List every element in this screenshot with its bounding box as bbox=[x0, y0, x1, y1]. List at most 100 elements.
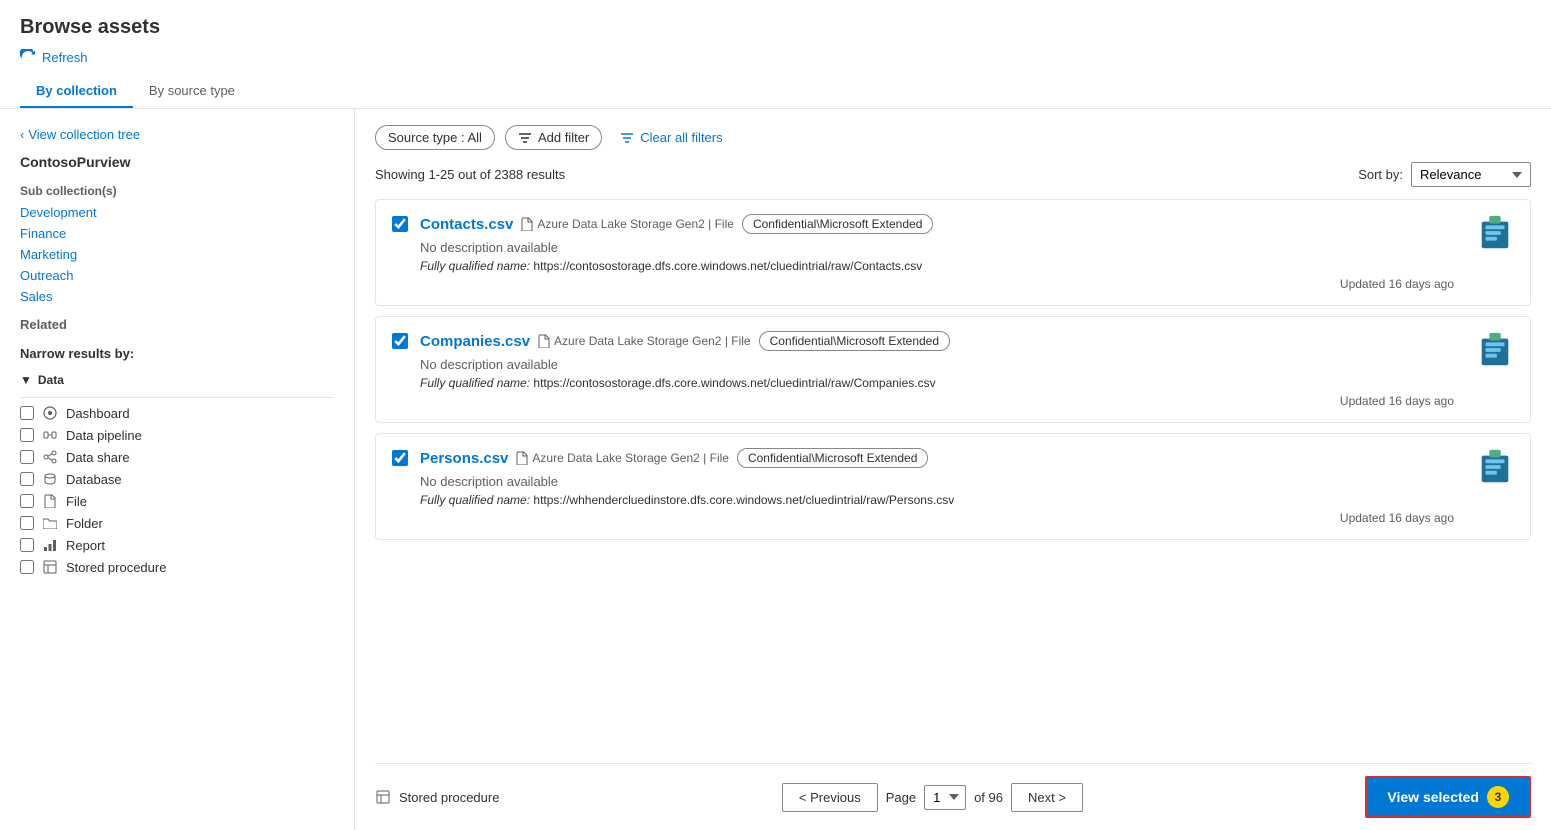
result-checkbox-contacts[interactable] bbox=[392, 216, 408, 232]
pagination-center: < Previous Page 1 2 3 of 96 Next > bbox=[782, 783, 1083, 812]
filter-item-data-pipeline: Data pipeline bbox=[20, 424, 334, 446]
database-icon bbox=[42, 471, 58, 487]
azure-data-lake-icon-2 bbox=[1476, 331, 1514, 369]
card-badge-contacts: Confidential\Microsoft Extended bbox=[742, 214, 933, 234]
filter-checkbox-report[interactable] bbox=[20, 538, 34, 552]
filter-label-data-share: Data share bbox=[66, 450, 334, 465]
filter-checkbox-file[interactable] bbox=[20, 494, 34, 508]
data-share-icon bbox=[42, 449, 58, 465]
add-filter-button[interactable]: Add filter bbox=[505, 125, 602, 150]
sidebar-link-outreach[interactable]: Outreach bbox=[0, 265, 354, 286]
narrow-results-title: Narrow results by: bbox=[0, 336, 354, 367]
card-badge-persons: Confidential\Microsoft Extended bbox=[737, 448, 928, 468]
tab-by-source-type[interactable]: By source type bbox=[133, 75, 251, 108]
azure-data-lake-icon-3 bbox=[1476, 448, 1514, 486]
card-updated-companies: Updated 16 days ago bbox=[1340, 394, 1454, 408]
result-checkbox-persons[interactable] bbox=[392, 450, 408, 466]
related-label: Related bbox=[0, 307, 354, 336]
card-content-persons: Persons.csv Azure Data Lake Storage Gen2… bbox=[420, 448, 1454, 525]
filter-checkbox-dashboard[interactable] bbox=[20, 406, 34, 420]
view-collection-tree-link[interactable]: ‹ View collection tree bbox=[0, 121, 354, 148]
data-filter-section: ▼ Data Dashboard bbox=[0, 367, 354, 578]
card-fqn-persons: Fully qualified name: https://whhendercl… bbox=[420, 493, 1454, 507]
collection-name: ContosoPurview bbox=[0, 148, 354, 176]
filter-checkbox-database[interactable] bbox=[20, 472, 34, 486]
checkbox-col-2 bbox=[392, 333, 408, 352]
card-title-persons[interactable]: Persons.csv bbox=[420, 450, 508, 467]
sort-by-container: Sort by: Relevance Name Last modified bbox=[1358, 162, 1531, 187]
filter-checkbox-data-share[interactable] bbox=[20, 450, 34, 464]
result-card-persons: Persons.csv Azure Data Lake Storage Gen2… bbox=[375, 433, 1531, 540]
folder-icon bbox=[42, 515, 58, 531]
page-title: Browse assets bbox=[20, 16, 1531, 39]
results-count: Showing 1-25 out of 2388 results bbox=[375, 167, 565, 182]
previous-button[interactable]: < Previous bbox=[782, 783, 878, 812]
card-updated-persons: Updated 16 days ago bbox=[1340, 511, 1454, 525]
result-card-companies: Companies.csv Azure Data Lake Storage Ge… bbox=[375, 316, 1531, 423]
main-content: Source type : All Add filter Clear all f… bbox=[355, 109, 1551, 830]
data-section-header[interactable]: ▼ Data bbox=[20, 367, 334, 393]
view-selected-button[interactable]: View selected 3 bbox=[1365, 776, 1531, 818]
results-header: Showing 1-25 out of 2388 results Sort by… bbox=[375, 162, 1531, 187]
tab-bar: By collection By source type bbox=[20, 75, 1531, 108]
sidebar-link-marketing[interactable]: Marketing bbox=[0, 244, 354, 265]
sidebar-link-sales[interactable]: Sales bbox=[0, 286, 354, 307]
checkbox-col-1 bbox=[392, 216, 408, 235]
source-type-filter-chip[interactable]: Source type : All bbox=[375, 125, 495, 150]
chevron-down-icon: ▼ bbox=[20, 373, 32, 387]
card-icon-persons bbox=[1466, 448, 1514, 486]
refresh-icon bbox=[20, 49, 36, 65]
stored-procedure-icon-bottom bbox=[375, 789, 391, 805]
card-type-persons: Azure Data Lake Storage Gen2 | File bbox=[516, 451, 729, 465]
card-badge-companies: Confidential\Microsoft Extended bbox=[759, 331, 950, 351]
page-select-wrapper: 1 2 3 bbox=[924, 785, 966, 810]
filter-label-data-pipeline: Data pipeline bbox=[66, 428, 334, 443]
card-title-contacts[interactable]: Contacts.csv bbox=[420, 216, 513, 233]
page-number-select[interactable]: 1 2 3 bbox=[924, 785, 966, 810]
filter-label-dashboard: Dashboard bbox=[66, 406, 334, 421]
filter-item-report: Report bbox=[20, 534, 334, 556]
pagination-stored-proc-label: Stored procedure bbox=[375, 789, 499, 805]
sidebar-link-finance[interactable]: Finance bbox=[0, 223, 354, 244]
filter-label-folder: Folder bbox=[66, 516, 334, 531]
sidebar: ‹ View collection tree ContosoPurview Su… bbox=[0, 109, 355, 830]
sidebar-link-development[interactable]: Development bbox=[0, 202, 354, 223]
card-description-companies: No description available bbox=[420, 357, 1454, 372]
sort-select[interactable]: Relevance Name Last modified bbox=[1411, 162, 1531, 187]
filter-checkbox-data-pipeline[interactable] bbox=[20, 428, 34, 442]
checkbox-col-3 bbox=[392, 450, 408, 469]
file-icon bbox=[42, 493, 58, 509]
tab-by-collection[interactable]: By collection bbox=[20, 75, 133, 108]
card-type-companies: Azure Data Lake Storage Gen2 | File bbox=[538, 334, 751, 348]
filter-item-data-share: Data share bbox=[20, 446, 334, 468]
clear-all-filters-button[interactable]: Clear all filters bbox=[612, 126, 730, 149]
dashboard-icon bbox=[42, 405, 58, 421]
of-pages-label: of 96 bbox=[974, 790, 1003, 805]
view-selected-count-badge: 3 bbox=[1487, 786, 1509, 808]
card-fqn-contacts: Fully qualified name: https://contososto… bbox=[420, 259, 1454, 273]
filter-checkbox-folder[interactable] bbox=[20, 516, 34, 530]
page-label: Page bbox=[886, 790, 916, 805]
filter-icon bbox=[518, 131, 532, 145]
result-card-contacts: Contacts.csv Azure Data Lake Storage Gen… bbox=[375, 199, 1531, 306]
card-description-contacts: No description available bbox=[420, 240, 1454, 255]
filter-label-database: Database bbox=[66, 472, 334, 487]
chevron-left-icon: ‹ bbox=[20, 127, 24, 142]
refresh-button[interactable]: Refresh bbox=[20, 49, 88, 65]
card-title-companies[interactable]: Companies.csv bbox=[420, 333, 530, 350]
report-icon bbox=[42, 537, 58, 553]
card-fqn-companies: Fully qualified name: https://contososto… bbox=[420, 376, 1454, 390]
next-button[interactable]: Next > bbox=[1011, 783, 1083, 812]
filter-checkbox-stored-procedure[interactable] bbox=[20, 560, 34, 574]
filter-label-report: Report bbox=[66, 538, 334, 553]
filter-label-stored-procedure: Stored procedure bbox=[66, 560, 334, 575]
filter-item-file: File bbox=[20, 490, 334, 512]
file-icon-small bbox=[521, 217, 533, 231]
card-description-persons: No description available bbox=[420, 474, 1454, 489]
data-pipeline-icon bbox=[42, 427, 58, 443]
card-icon-contacts bbox=[1466, 214, 1514, 252]
filter-item-stored-procedure: Stored procedure bbox=[20, 556, 334, 578]
result-checkbox-companies[interactable] bbox=[392, 333, 408, 349]
filter-bar: Source type : All Add filter Clear all f… bbox=[375, 125, 1531, 150]
filter-item-database: Database bbox=[20, 468, 334, 490]
